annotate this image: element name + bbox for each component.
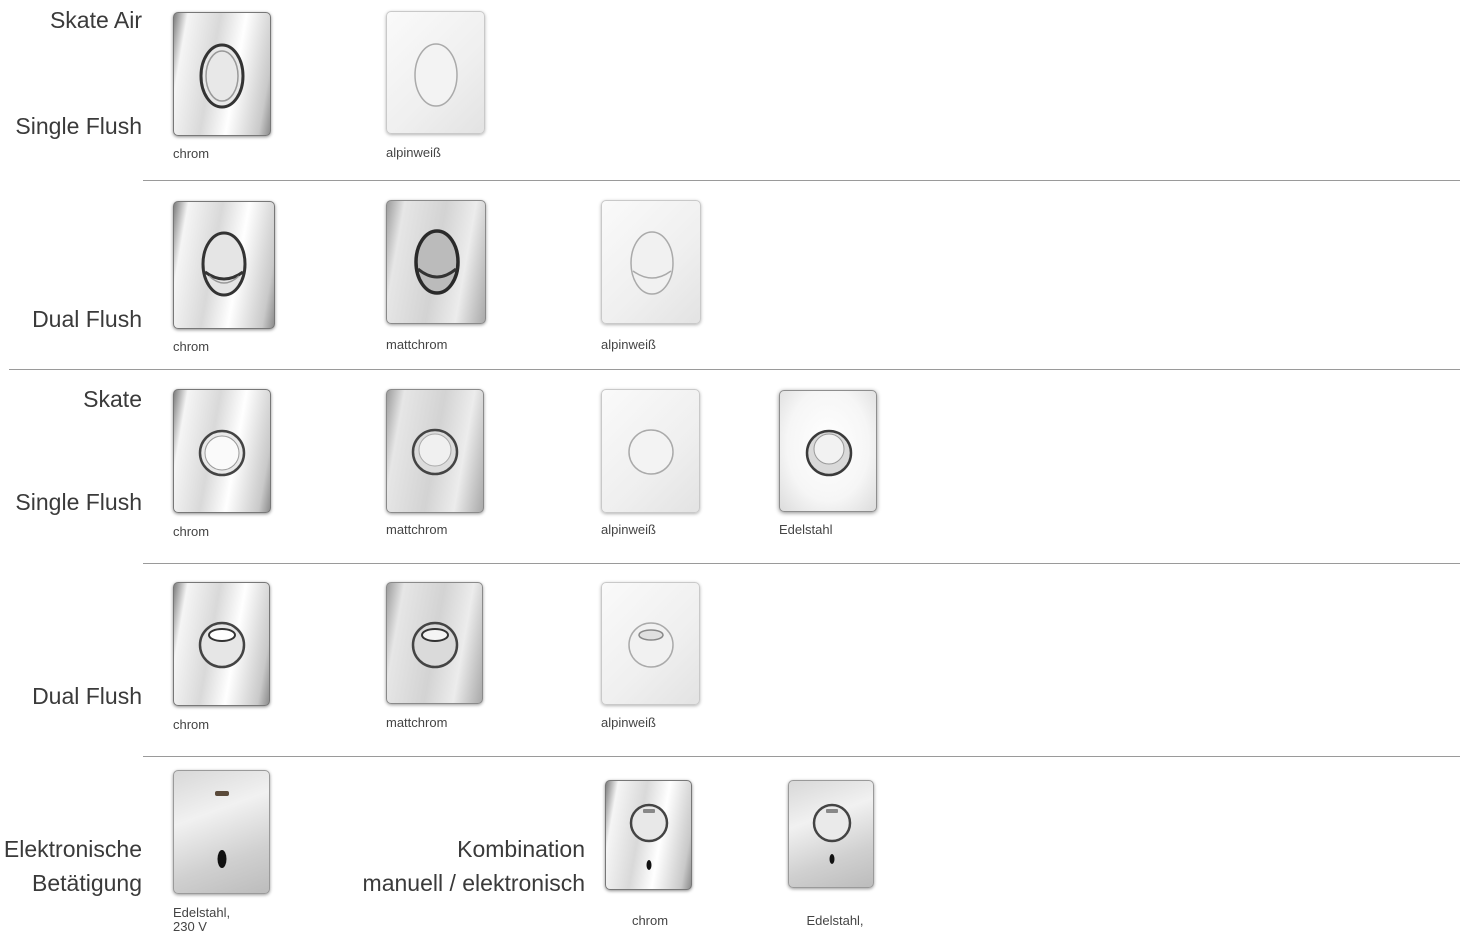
oval-button-icon	[199, 43, 245, 109]
skate-air-title: Skate Air	[49, 7, 142, 33]
skate-title: Skate	[83, 386, 142, 412]
combo-caption-chrom: chrom	[631, 913, 669, 928]
divider	[143, 563, 1460, 564]
electronic-edelstahl-plate	[173, 770, 270, 894]
skate-dual-flush-label: Dual Flush	[32, 683, 142, 709]
dual-oval-button-icon	[201, 231, 247, 297]
sensor-icon	[215, 791, 229, 868]
electronic-caption: Edelstahl, 230 V	[173, 905, 231, 935]
dual-round-button-icon	[198, 621, 246, 669]
round-button-icon	[411, 428, 459, 476]
skate-single-edelstahl-plate	[779, 390, 877, 512]
round-button-sensor-icon	[812, 803, 852, 864]
skate-single-caption-alpinweiss: alpinweiß	[601, 522, 656, 537]
combo-label-line2: manuell / elektronisch	[362, 869, 585, 896]
skate-dual-chrom-plate	[173, 582, 270, 706]
skate-air-single-caption-chrom: chrom	[173, 146, 210, 161]
skate-air-dual-caption-mattchrom: mattchrom	[386, 337, 448, 352]
electronic-caption-line1: Edelstahl,	[173, 905, 231, 920]
skate-dual-caption-alpinweiss: alpinweiß	[601, 715, 656, 730]
combo-chrom-plate	[605, 780, 692, 890]
dual-round-button-icon	[411, 621, 459, 669]
skate-single-alpinweiss-plate	[601, 389, 700, 513]
electronic-caption-line2: 230 V	[173, 919, 207, 935]
round-button-sensor-icon	[629, 803, 669, 870]
oval-button-icon	[414, 43, 458, 107]
dual-oval-button-icon	[414, 229, 460, 295]
combo-label-line1: Kombination	[457, 836, 585, 862]
skate-dual-mattchrom-plate	[386, 582, 483, 704]
skate-single-caption-mattchrom: mattchrom	[386, 522, 448, 537]
combo-caption-edelstahl: Edelstahl,	[806, 913, 864, 928]
dual-oval-button-icon	[630, 231, 674, 295]
skate-air-dual-mattchrom-plate	[386, 200, 486, 324]
skate-air-single-alpinweiss-plate	[386, 11, 485, 134]
combo-label: Kombination manuell / elektronisch	[363, 835, 585, 899]
dual-round-button-icon	[628, 622, 674, 668]
skate-air-dual-caption-chrom: chrom	[173, 339, 210, 354]
divider	[143, 756, 1460, 757]
electronic-label-line1: Elektronische	[3, 836, 142, 862]
skate-single-caption-edelstahl: Edelstahl	[779, 522, 833, 537]
skate-dual-caption-mattchrom: mattchrom	[386, 715, 448, 730]
round-button-icon	[198, 429, 246, 477]
skate-air-single-caption-alpinweiss: alpinweiß	[386, 145, 441, 160]
skate-dual-caption-chrom: chrom	[173, 717, 210, 732]
skate-air-single-flush-label: Single Flush	[15, 113, 142, 139]
skate-dual-alpinweiss-plate	[601, 582, 700, 705]
skate-single-chrom-plate	[173, 389, 271, 513]
divider	[143, 180, 1460, 181]
divider	[9, 369, 1460, 370]
skate-air-dual-flush-label: Dual Flush	[32, 306, 142, 332]
round-button-icon	[805, 429, 853, 477]
electronic-label-line2: Betätigung	[32, 869, 142, 896]
combo-edelstahl-plate	[788, 780, 874, 888]
skate-air-dual-chrom-plate	[173, 201, 275, 329]
electronic-label: Elektronische Betätigung	[4, 835, 142, 899]
skate-single-mattchrom-plate	[386, 389, 484, 513]
skate-air-dual-alpinweiss-plate	[601, 200, 701, 324]
skate-air-dual-caption-alpinweiss: alpinweiß	[601, 337, 656, 352]
skate-single-flush-label: Single Flush	[15, 489, 142, 515]
skate-air-single-chrom-plate	[173, 12, 271, 136]
round-button-icon	[628, 429, 674, 475]
skate-single-caption-chrom: chrom	[173, 524, 210, 539]
